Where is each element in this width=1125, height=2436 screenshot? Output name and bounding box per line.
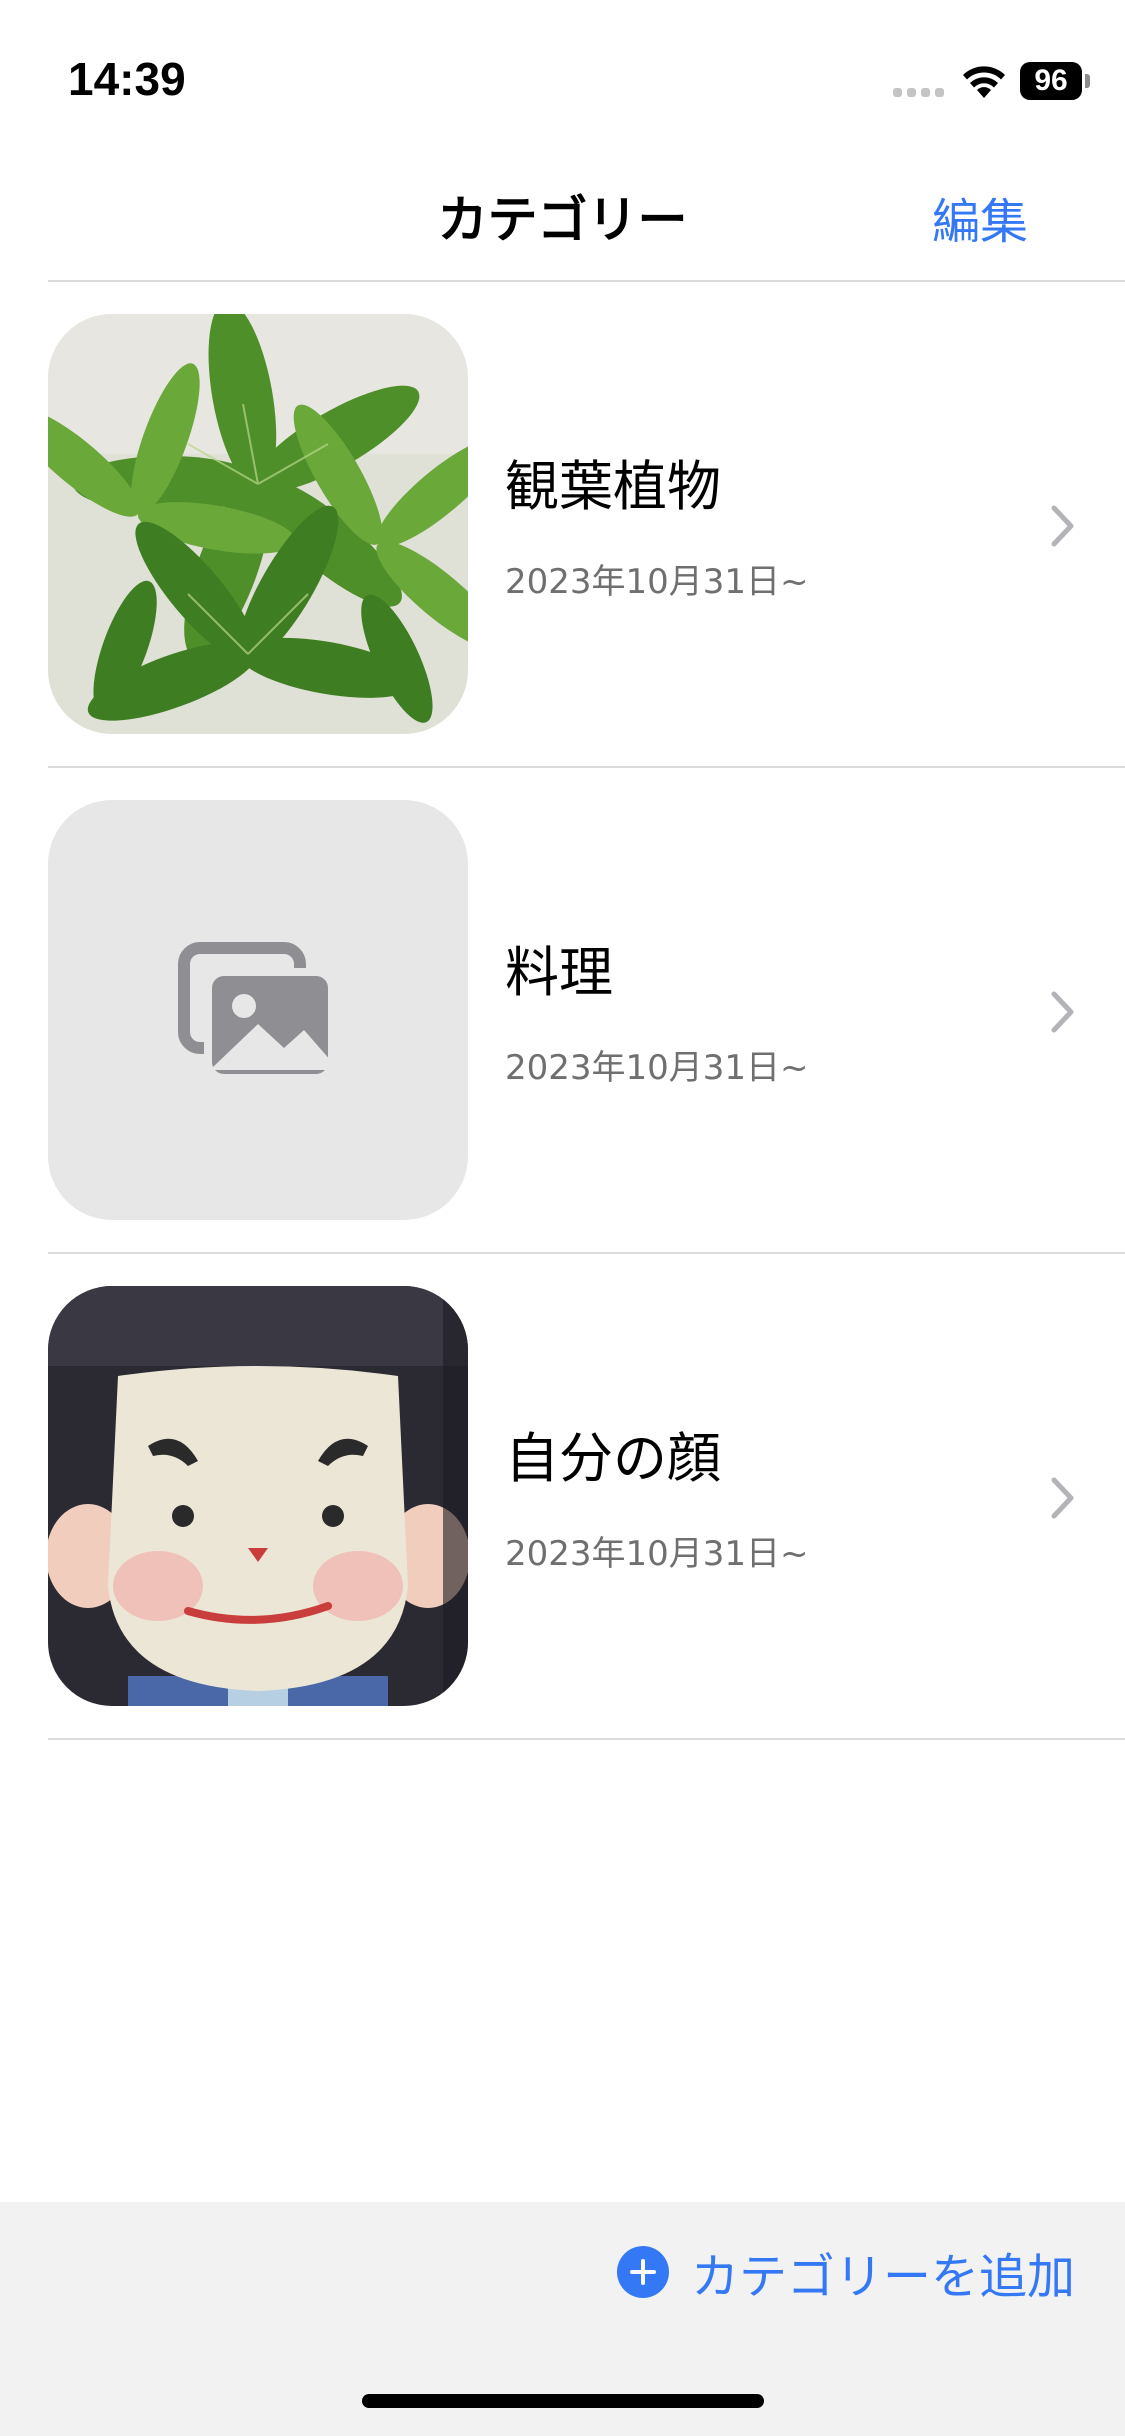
wifi-icon bbox=[963, 66, 1005, 98]
add-category-button[interactable]: カテゴリーを追加 bbox=[616, 2242, 1075, 2305]
face-illustration-photo bbox=[48, 1286, 468, 1706]
photo-placeholder bbox=[48, 800, 468, 1220]
home-indicator[interactable] bbox=[362, 2394, 764, 2408]
row-divider bbox=[48, 1738, 1125, 1740]
plus-circle-icon bbox=[616, 2246, 669, 2298]
chevron-right-icon bbox=[1051, 991, 1074, 1033]
plant-photo bbox=[48, 314, 468, 734]
chevron-right-icon bbox=[1051, 505, 1074, 547]
category-title: 料理 bbox=[505, 941, 613, 1004]
add-category-label: カテゴリーを追加 bbox=[690, 2249, 1075, 2305]
battery-cap bbox=[1085, 74, 1090, 88]
edit-button[interactable]: 編集 bbox=[932, 182, 1028, 252]
category-row-face[interactable]: 自分の顔 2023年10月31日~ bbox=[0, 1254, 1125, 1740]
category-row-plants[interactable]: 観葉植物 2023年10月31日~ bbox=[0, 282, 1125, 768]
signal-icon bbox=[893, 88, 944, 97]
category-title: 自分の顔 bbox=[505, 1427, 721, 1490]
category-date: 2023年10月31日~ bbox=[505, 1534, 809, 1574]
photo-placeholder-icon bbox=[178, 942, 336, 1082]
battery-percent: 96 bbox=[1034, 64, 1068, 97]
status-bar: 14:39 96 bbox=[0, 0, 1125, 150]
battery-icon: 96 bbox=[1020, 62, 1082, 100]
category-row-cooking[interactable]: 料理 2023年10月31日~ bbox=[0, 768, 1125, 1254]
status-time: 14:39 bbox=[68, 53, 186, 105]
category-date: 2023年10月31日~ bbox=[505, 1048, 809, 1088]
category-screen: 14:39 96 カテゴリー 編集 観葉植物 2023年10月31日~ 料理 2… bbox=[0, 0, 1125, 2436]
chevron-right-icon bbox=[1051, 1477, 1074, 1519]
category-date: 2023年10月31日~ bbox=[505, 562, 809, 602]
category-title: 観葉植物 bbox=[505, 455, 721, 518]
